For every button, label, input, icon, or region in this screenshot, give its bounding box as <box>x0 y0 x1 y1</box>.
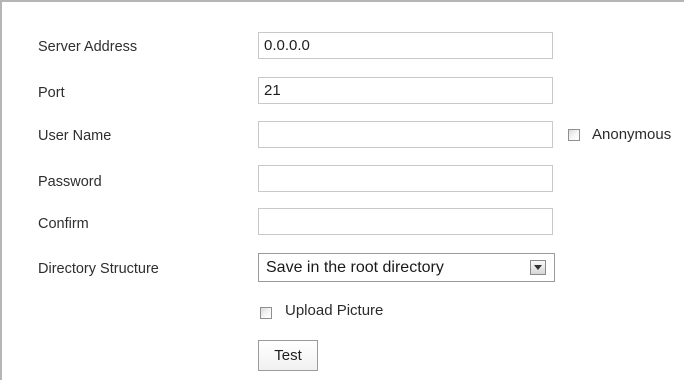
server-address-input[interactable] <box>258 32 553 59</box>
confirm-password-input[interactable] <box>258 208 553 235</box>
password-input[interactable] <box>258 165 553 192</box>
confirm-label: Confirm <box>38 216 89 232</box>
chevron-down-icon[interactable] <box>530 260 546 275</box>
server-address-label: Server Address <box>38 39 138 55</box>
anonymous-checkbox[interactable] <box>568 129 580 141</box>
directory-structure-label: Directory Structure <box>38 261 159 277</box>
test-button[interactable]: Test <box>258 340 318 371</box>
directory-structure-selected-value: Save in the root directory <box>266 259 444 276</box>
ftp-settings-panel: Server Address Port User Name Anonymous … <box>0 0 684 380</box>
directory-structure-select[interactable]: Save in the root directory <box>258 253 555 282</box>
user-name-input[interactable] <box>258 121 553 148</box>
user-name-label: User Name <box>38 128 112 144</box>
upload-picture-checkbox[interactable] <box>260 307 272 319</box>
anonymous-label: Anonymous <box>592 126 672 143</box>
upload-picture-label: Upload Picture <box>285 302 384 319</box>
port-input[interactable] <box>258 77 553 104</box>
port-label: Port <box>38 85 65 101</box>
password-label: Password <box>38 174 102 190</box>
